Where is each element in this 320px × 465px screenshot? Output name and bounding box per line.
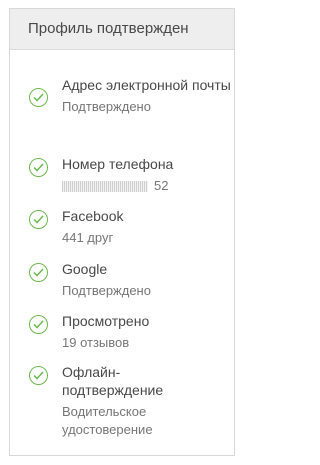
check-icon <box>29 88 48 107</box>
check-icon <box>29 315 48 334</box>
card-title: Профиль подтвержден <box>28 20 189 37</box>
verification-title: Офлайн-подтверждение <box>62 364 164 398</box>
masked-phone-number <box>62 181 148 193</box>
verification-status: Водительское удостоверение <box>62 404 153 437</box>
check-icon <box>29 158 48 177</box>
verification-status: Подтверждено <box>62 283 151 298</box>
verification-card: Профиль подтвержден Адрес электронной по… <box>9 8 235 456</box>
verification-title: Facebook <box>62 208 124 224</box>
verification-status: 52 <box>62 177 232 195</box>
card-header: Профиль подтвержден <box>10 9 234 50</box>
verification-title: Просмотрено <box>62 313 150 329</box>
phone-suffix: 52 <box>154 178 169 193</box>
verification-title: Номер телефона <box>62 156 174 172</box>
verification-status: 441 друг <box>62 230 114 245</box>
verification-title: Google <box>62 261 108 277</box>
check-icon <box>29 263 48 282</box>
verification-status: 19 отзывов <box>62 335 130 350</box>
verification-status: Подтверждено <box>62 99 151 114</box>
check-icon <box>29 366 48 385</box>
check-icon <box>29 210 48 229</box>
verification-title: Адрес электронной почты <box>62 77 231 93</box>
